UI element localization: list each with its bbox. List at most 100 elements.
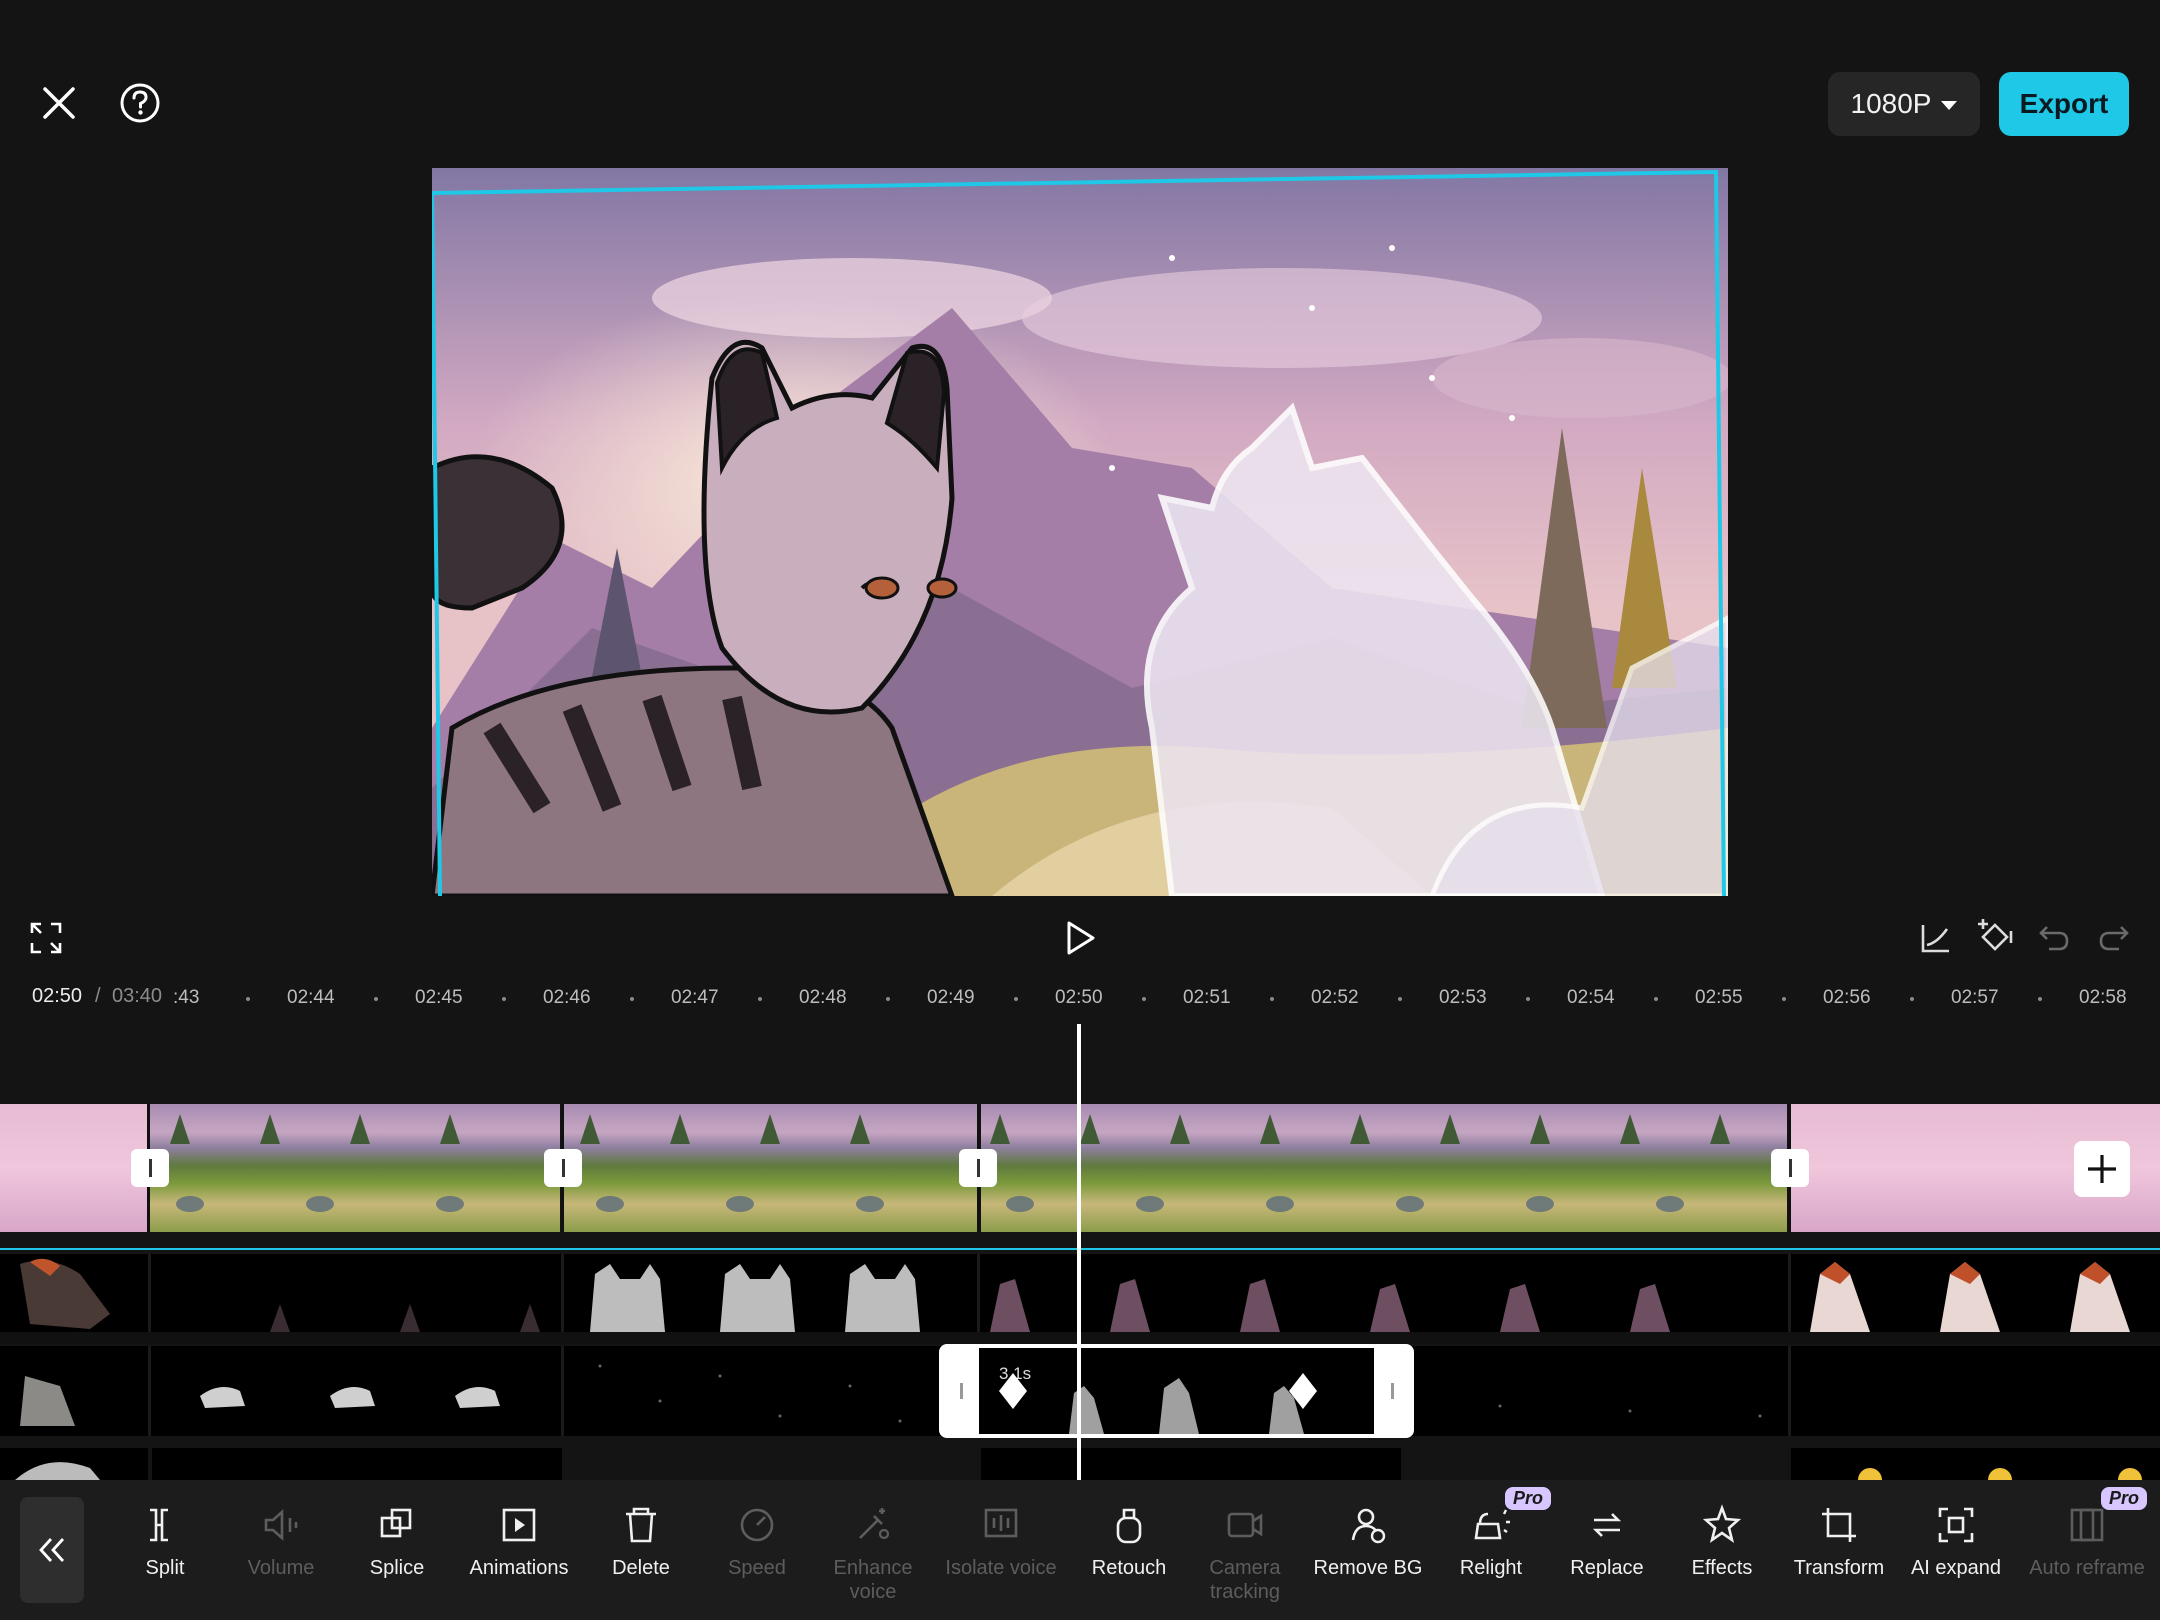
curve-graph-icon[interactable] [1914,916,1958,960]
resolution-dropdown[interactable]: 1080P [1828,72,1980,136]
tool-volume[interactable]: Volume [221,1500,341,1580]
ruler-tick-label: :43 [173,987,200,1008]
fullscreen-icon[interactable] [24,916,68,960]
export-button[interactable]: Export [1999,72,2129,136]
ruler-dot [1910,997,1914,1001]
tool-label: Transform [1793,1557,1885,1579]
tool-relight[interactable]: Relight [1431,1500,1551,1580]
tool-enhance-voice[interactable]: Enhance voice [813,1500,933,1604]
ruler-dot [630,997,634,1001]
ruler-tick-label: 02:52 [1311,987,1359,1008]
delete-icon [581,1500,701,1550]
speed-icon [697,1500,817,1550]
time-separator: / [95,985,101,1007]
transition-handle[interactable] [1771,1149,1809,1187]
ruler-tick-label: 02:45 [415,987,463,1008]
tool-speed[interactable]: Speed [697,1500,817,1580]
ruler-dot [758,997,762,1001]
ruler-dot [374,997,378,1001]
splice-icon [337,1500,457,1550]
tool-label: Split [145,1557,185,1579]
clip-trim-handle-right[interactable] [1374,1348,1410,1434]
ruler-dot [1270,997,1274,1001]
tool-replace[interactable]: Replace [1547,1500,1667,1580]
play-icon [1067,921,1095,955]
ruler-tick-label: 02:48 [799,987,847,1008]
ruler-dot [886,997,890,1001]
pro-badge: Pro [1505,1487,1552,1510]
ruler-tick-label: 02:53 [1439,987,1487,1008]
transition-handle[interactable] [959,1149,997,1187]
tool-label: Isolate voice [945,1557,1057,1579]
camera-tracking-icon [1185,1500,1305,1550]
ruler-tick-label: 02:58 [2079,987,2127,1008]
transform-icon [1779,1500,1899,1550]
ruler-dot [1142,997,1146,1001]
ruler-tick-label: 02:49 [927,987,975,1008]
video-preview[interactable] [432,168,1728,896]
tool-delete[interactable]: Delete [581,1500,701,1580]
tool-ai-expand[interactable]: AI expand [1896,1500,2016,1580]
clip-selection-frame[interactable] [432,168,1728,896]
pro-badge: Pro [2101,1487,2148,1510]
clip-trim-handle-left[interactable] [943,1348,979,1434]
ruler-tick-label: 02:44 [287,987,335,1008]
tool-label: Delete [612,1557,670,1579]
tool-label: Relight [1459,1557,1523,1579]
tool-label: Retouch [1091,1557,1167,1579]
help-icon[interactable] [110,73,170,133]
selected-clip-content [999,1373,1317,1434]
tool-label: Splice [369,1557,425,1579]
ruler-dot [1014,997,1018,1001]
isolate-voice-icon [941,1500,1061,1550]
tool-animations[interactable]: Animations [459,1500,579,1580]
tool-split[interactable]: Split [105,1500,225,1580]
ruler-dot [246,997,250,1001]
ai-expand-icon [1896,1500,2016,1550]
tool-label: Speed [728,1557,786,1579]
collapse-toolbar-button[interactable] [20,1497,84,1603]
tool-label: Camera tracking [1209,1557,1281,1603]
remove-bg-icon [1308,1500,1428,1550]
tool-auto-reframe[interactable]: Auto reframe [2027,1500,2147,1580]
resolution-label: 1080P [1850,88,1932,119]
ruler-tick-label: 02:51 [1183,987,1231,1008]
close-icon[interactable] [29,73,89,133]
ruler-dot [2038,997,2042,1001]
add-keyframe-icon[interactable] [1972,914,2018,960]
transition-handle[interactable] [544,1149,582,1187]
tool-isolate-voice[interactable]: Isolate voice [941,1500,1061,1580]
tool-remove-bg[interactable]: Remove BG [1308,1500,1428,1580]
selected-overlay-clip[interactable]: 3.1s [939,1344,1414,1438]
tool-label: Replace [1570,1557,1644,1579]
volume-icon [221,1500,341,1550]
undo-icon[interactable] [2032,916,2076,960]
ruler-dot [1782,997,1786,1001]
playhead[interactable] [1077,1024,1081,1480]
redo-icon[interactable] [2092,916,2136,960]
tool-camera-tracking[interactable]: Camera tracking [1185,1500,1305,1604]
keyframe-icon [999,1373,1027,1409]
ruler-tick-label: 02:47 [671,987,719,1008]
add-clip-button[interactable] [2074,1141,2130,1197]
tool-splice[interactable]: Splice [337,1500,457,1580]
tool-label: AI expand [1910,1557,2002,1579]
tool-label: Enhance voice [833,1557,913,1603]
chevron-down-icon [1941,100,1958,110]
total-time: 03:40 [112,985,163,1007]
ruler-tick-label: 02:50 [1055,987,1103,1008]
replace-icon [1547,1500,1667,1550]
tool-label: Auto reframe [2029,1557,2145,1579]
transition-handle[interactable] [131,1149,169,1187]
ruler-tick-label: 02:57 [1951,987,1999,1008]
tool-transform[interactable]: Transform [1779,1500,1899,1580]
play-button[interactable] [1056,914,1104,962]
split-icon [105,1500,225,1550]
ruler-tick-label: 02:56 [1823,987,1871,1008]
effects-icon [1662,1500,1782,1550]
tool-label: Effects [1691,1557,1753,1579]
tool-retouch[interactable]: Retouch [1069,1500,1189,1580]
tool-effects[interactable]: Effects [1662,1500,1782,1580]
clip-thumbnail [0,1104,148,1232]
enhance-voice-icon [813,1500,933,1550]
